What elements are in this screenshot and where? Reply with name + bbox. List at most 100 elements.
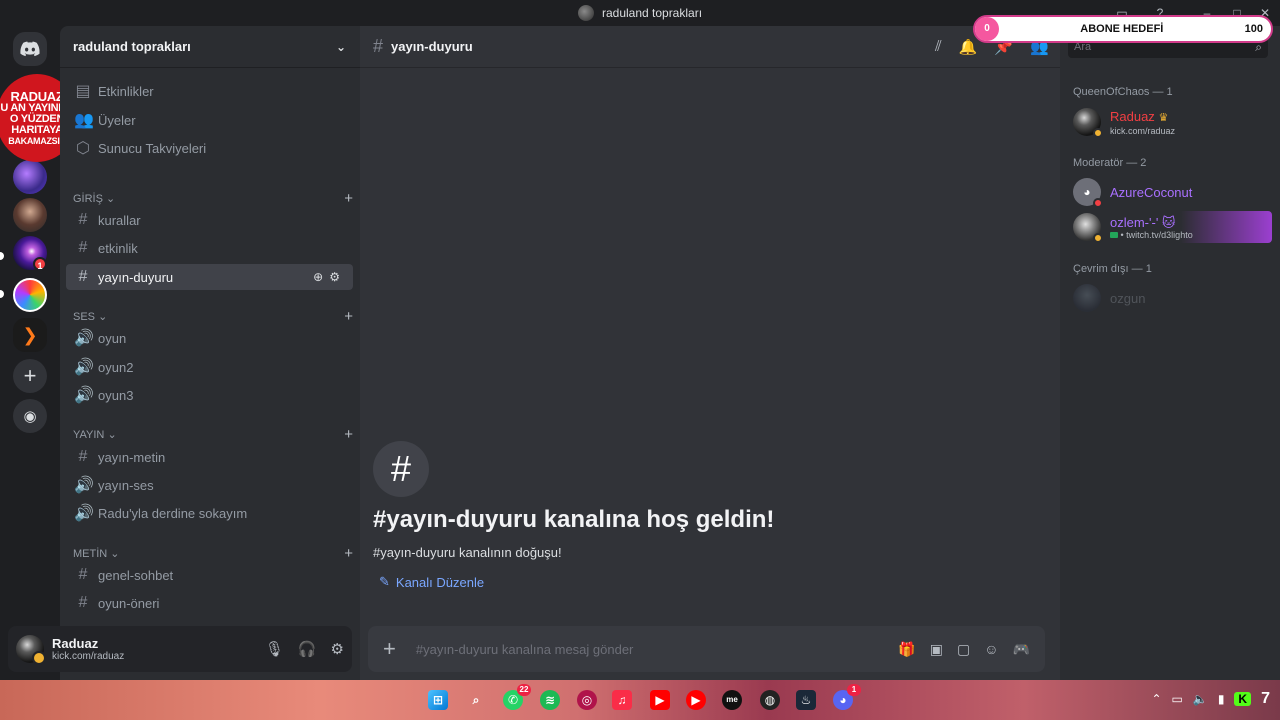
text-channel-icon: # [78,239,88,256]
youtube-icon[interactable]: ▶ [650,690,670,710]
nav-server-boosts[interactable]: ⬡ Sunucu Takviyeleri [66,135,353,161]
volume-icon[interactable]: 🔈 [1193,692,1208,706]
channel-genel-sohbet[interactable]: # genel-sohbet [66,562,353,588]
invite-icon[interactable]: ⊕ [313,270,329,284]
bell-icon[interactable]: 🔔 [959,38,978,56]
windows-start-icon[interactable]: ⊞ [428,690,448,710]
channel-kurallar[interactable]: # kurallar [66,207,353,233]
message-input[interactable]: #yayın-duyuru kanalına mesaj gönder [416,642,634,657]
headphones-icon[interactable]: 🎧 [298,640,317,658]
microphone-icon[interactable]: 🎙 [265,640,284,658]
crown-icon: ♛ [1158,111,1169,124]
battery-icon[interactable]: ▮ [1218,692,1225,706]
channel-oyun-oneri[interactable]: # oyun-öneri [66,590,353,616]
gif-icon[interactable]: ▣ [930,641,943,658]
channel-label: oyun3 [98,387,134,403]
add-server-button[interactable]: + [13,359,47,393]
obs-icon[interactable]: ◍ [760,690,780,710]
welcome-title: #yayın-duyuru kanalına hoş geldin! [373,506,775,533]
channel-oyun3[interactable]: 🔊 oyun3 [66,382,353,408]
emoji-icon[interactable]: ☺ [984,641,998,658]
member-list: Ara ⌕ QueenOfChaos — 1 Raduaz ♛ kick.com… [1060,26,1280,680]
category-yayin[interactable]: YAYIN ⌄ + [73,426,353,443]
direct-messages-button[interactable] [13,32,47,66]
nav-members[interactable]: 👥 Üyeler [66,107,353,133]
category-ses[interactable]: SES ⌄ + [73,308,353,325]
goal-current: 0 [975,17,999,41]
gear-icon[interactable]: ⚙ [329,270,346,284]
channel-radu-sokak[interactable]: 🔊 Radu'yla derdine sokayım [66,500,353,526]
add-channel-icon[interactable]: + [344,190,353,207]
upload-plus-icon[interactable]: + [383,636,396,662]
chevron-down-icon: ⌄ [335,39,346,54]
channel-yayin-metin[interactable]: # yayın-metin [66,444,353,470]
nav-events[interactable]: ▤ Etkinlikler [66,78,353,104]
member-group-header: QueenOfChaos — 1 [1073,86,1173,98]
channel-sidebar: raduland toprakları ⌄ ▤ Etkinlikler 👥 Üy… [60,26,360,680]
channel-yayin-duyuru[interactable]: # yayın-duyuru ⊕⚙ [66,264,353,290]
server-icon-rainbow[interactable] [13,278,47,312]
nav-label: Üyeler [98,112,136,128]
notification-badge: 22 [517,684,531,696]
taskbar: ⊞ ⌕ ✆ 22 ≋ ◎ ♫ ▶ ▶ me ◍ ♨ ◕ 1 ⌃ ▭ 🔈 ▮ K 7 [0,680,1280,720]
add-channel-icon[interactable]: + [344,426,353,443]
server-icon-person[interactable] [13,198,47,232]
server-header[interactable]: raduland toprakları ⌄ [60,26,360,68]
member-ozlem[interactable]: ozlem-'-' 🐱 • twitch.tv/d3lighto [1068,211,1272,243]
spotify-icon[interactable]: ≋ [540,690,560,710]
category-label: GİRİŞ [73,192,103,205]
speaker-icon: 🔊 [74,387,94,404]
avatar [1073,108,1103,138]
category-metin[interactable]: METİN ⌄ + [73,545,353,562]
music-icon[interactable]: ♫ [612,690,632,710]
category-giris[interactable]: GİRİŞ ⌄ + [73,190,353,207]
kick-icon[interactable]: K [1234,692,1252,706]
avatar[interactable] [16,635,46,665]
server-icon-fox[interactable]: ❯ [13,318,47,352]
category-label: SES [73,310,96,323]
message-composer[interactable]: + #yayın-duyuru kanalına mesaj gönder 🎁 … [368,626,1045,672]
member-azurecoconut[interactable]: ◕ AzureCoconut [1068,176,1272,208]
network-icon[interactable]: ▭ [1172,692,1183,706]
channel-label: oyun2 [98,359,134,375]
nav-label: Etkinlikler [98,83,154,99]
channel-label: yayın-ses [98,477,154,493]
server-icon-purple[interactable] [13,160,47,194]
custom-status: kick.com/raduaz [52,651,125,662]
steam-icon[interactable]: ♨ [796,690,816,710]
channel-label: yayın-metin [98,449,166,465]
channel-yayin-ses[interactable]: 🔊 yayın-ses [66,472,353,498]
youtube-music-icon[interactable]: ▶ [686,690,706,710]
discord-taskbar-icon[interactable]: ◕ 1 [833,684,861,710]
channel-oyun[interactable]: 🔊 oyun [66,325,353,351]
member-ozgun[interactable]: ozgun [1068,282,1272,314]
tray-number: 7 [1261,690,1270,707]
explore-servers-button[interactable]: ◉ [13,399,47,433]
app-icon-dark[interactable]: me [722,690,742,710]
edit-channel-label: Kanalı Düzenle [395,574,485,590]
channel-title: yayın-duyuru [391,39,473,54]
app-icon-red[interactable]: ◎ [577,690,597,710]
threads-icon[interactable]: ⫽ [935,38,942,56]
gift-icon[interactable]: 🎁 [898,641,915,658]
sticker-icon[interactable]: ▢ [957,641,970,658]
edit-channel-link[interactable]: ✎ Kanalı Düzenle [379,574,484,590]
activities-icon[interactable]: 🎮 [1013,641,1030,658]
chevron-down-icon: ⌄ [106,193,116,205]
add-channel-icon[interactable]: + [344,545,353,562]
server-avatar-icon [577,5,594,21]
whatsapp-icon[interactable]: ✆ 22 [503,684,531,710]
gear-icon[interactable]: ⚙ [331,640,344,658]
channel-oyun2[interactable]: 🔊 oyun2 [66,354,353,380]
unread-pill [0,290,4,298]
chevron-up-icon[interactable]: ⌃ [1151,692,1161,706]
mention-badge: 1 [33,257,47,271]
user-info[interactable]: Raduaz kick.com/raduaz [52,636,124,662]
search-icon[interactable]: ⌕ [466,690,486,710]
category-label: METİN [73,547,108,560]
channel-etkinlik[interactable]: # etkinlik [66,235,353,261]
goal-target: 100 [1244,23,1263,35]
member-group-header: Çevrim dışı — 1 [1073,263,1152,275]
add-channel-icon[interactable]: + [344,308,353,325]
member-raduaz[interactable]: Raduaz ♛ kick.com/raduaz [1068,106,1272,138]
